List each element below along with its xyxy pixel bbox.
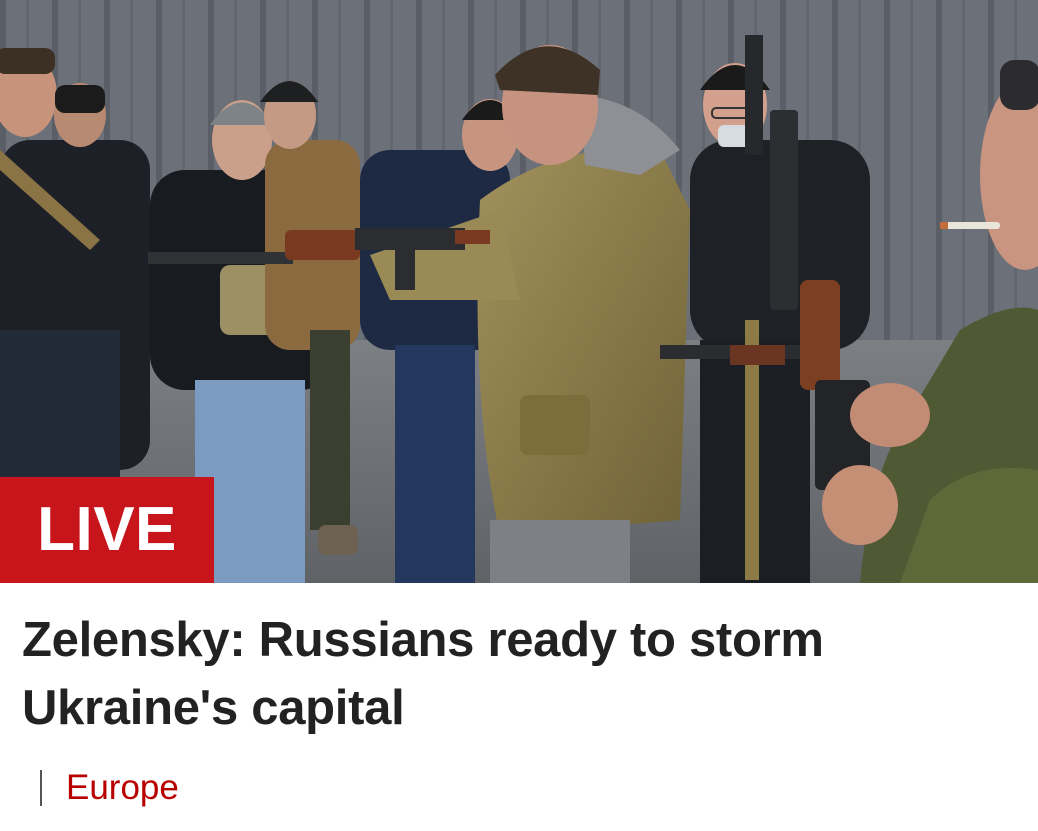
- article-headline[interactable]: Zelensky: Russians ready to storm Ukrain…: [22, 606, 1002, 742]
- news-article-card[interactable]: LIVE Zelensky: Russians ready to storm U…: [0, 0, 1038, 831]
- meta-divider: [40, 770, 42, 806]
- section-link[interactable]: Europe: [66, 766, 179, 810]
- article-thumbnail[interactable]: LIVE: [0, 0, 1038, 583]
- article-meta: Europe: [40, 766, 179, 810]
- live-badge: LIVE: [0, 477, 214, 583]
